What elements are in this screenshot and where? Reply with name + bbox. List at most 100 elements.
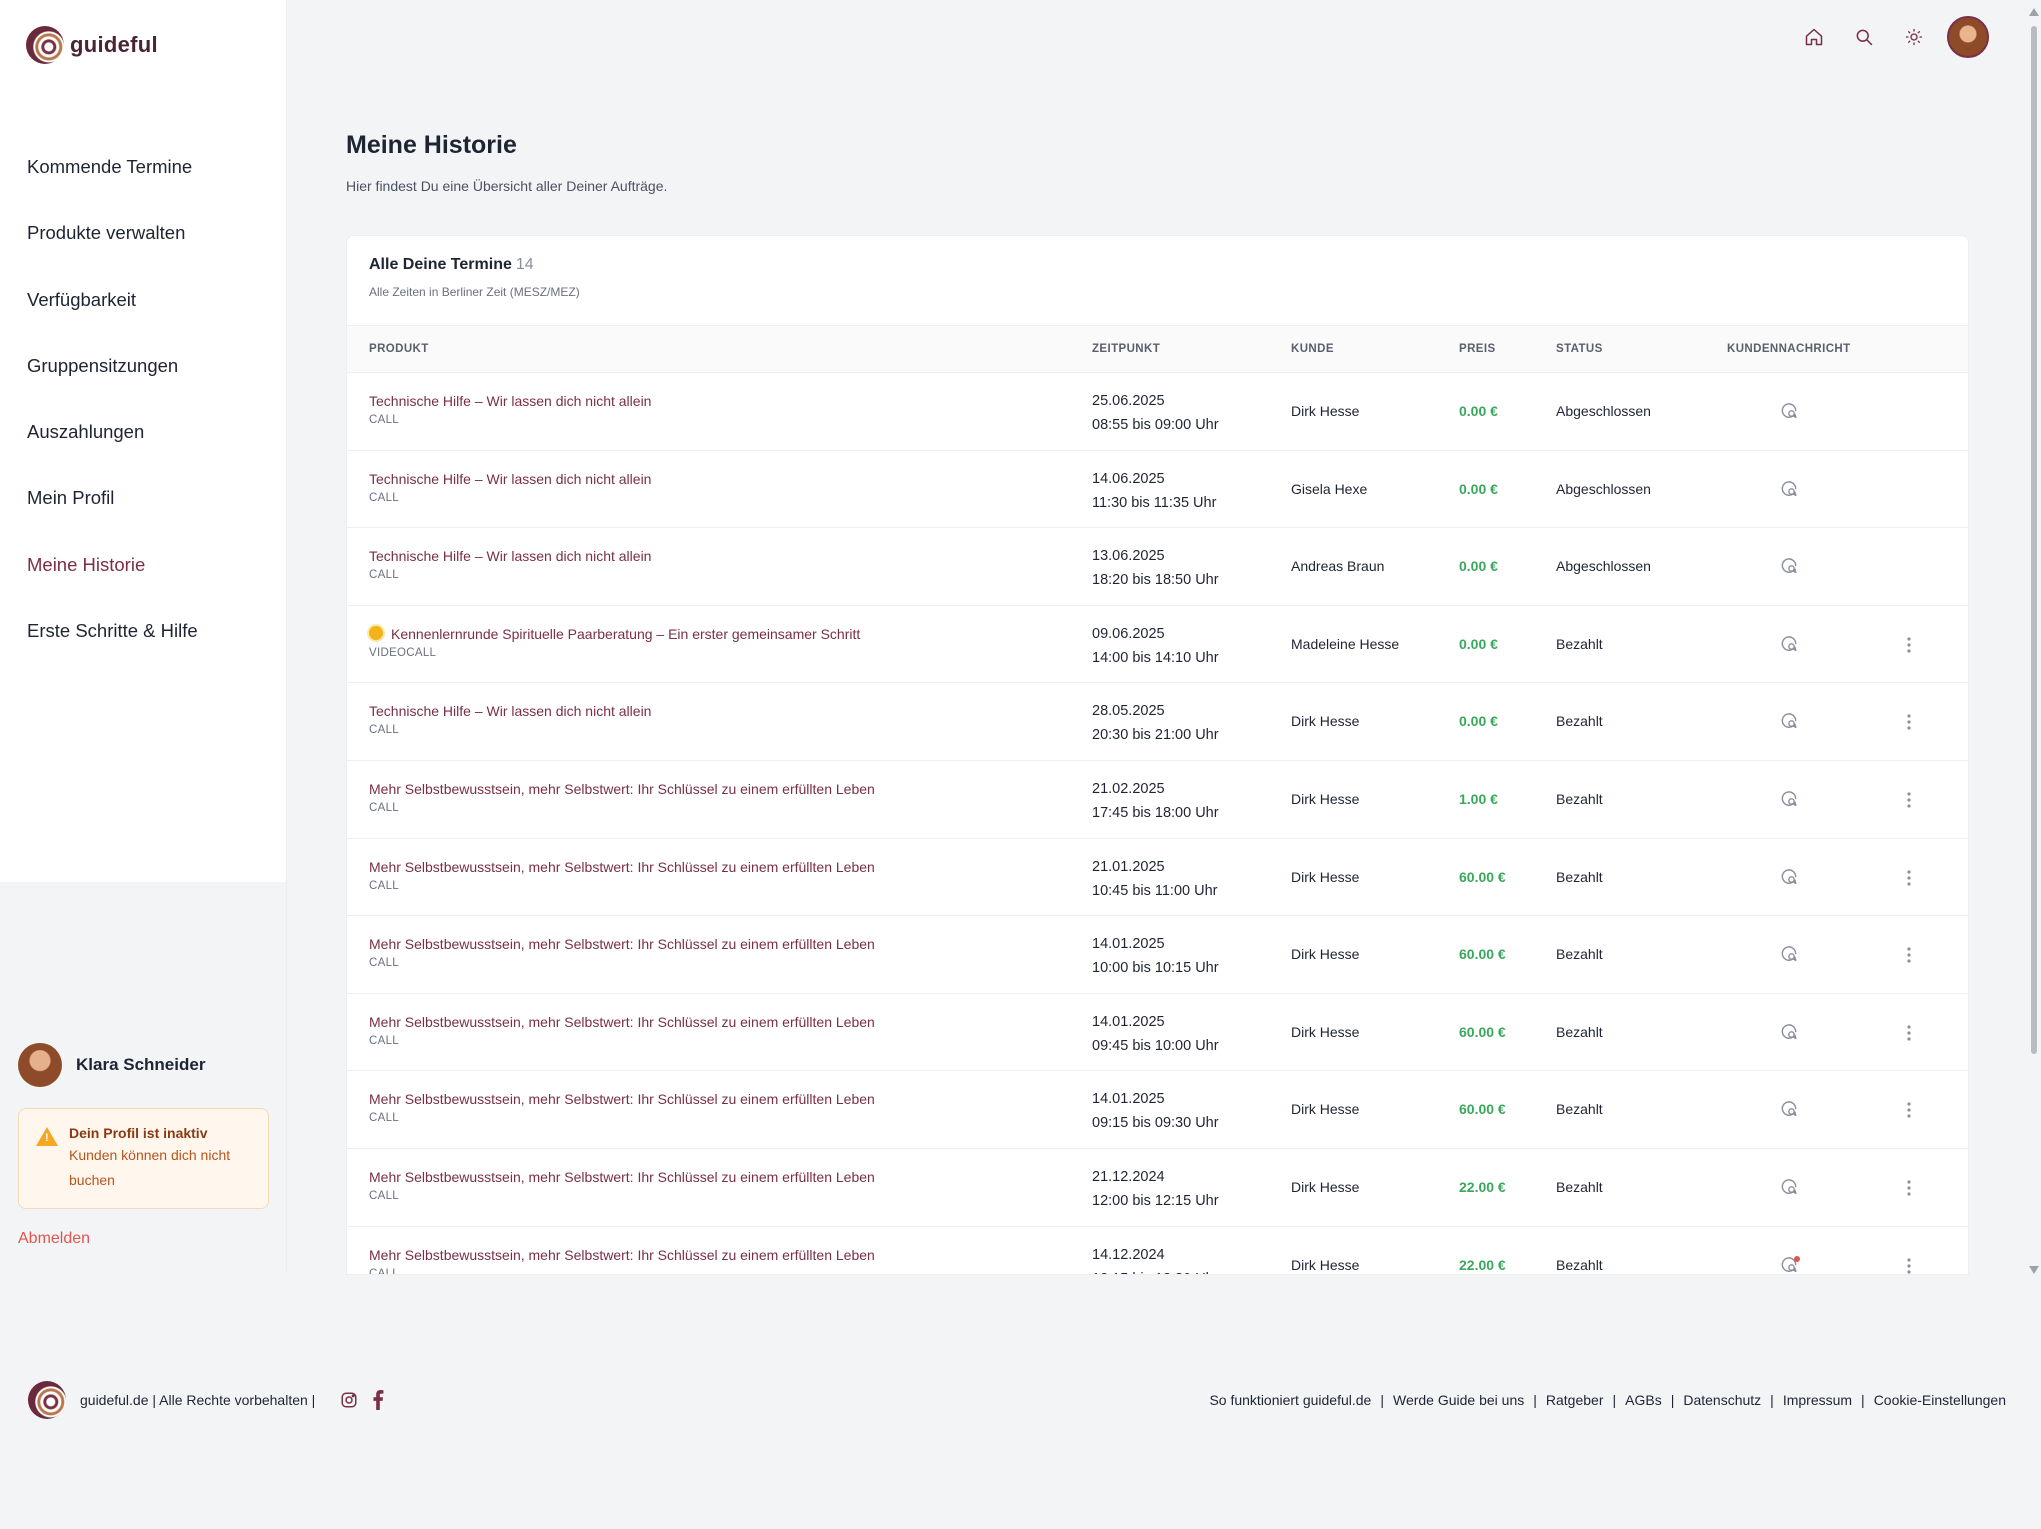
customer-message-icon[interactable] [1779,867,1801,889]
table-row[interactable]: Technische Hilfe – Wir lassen dich nicht… [347,373,1968,451]
product-link[interactable]: Technische Hilfe – Wir lassen dich nicht… [369,701,651,721]
more-options-icon[interactable] [1899,1020,1919,1046]
status-value: Bezahlt [1556,946,1603,963]
scroll-down-icon[interactable] [2029,1266,2039,1274]
more-options-icon[interactable] [1899,632,1919,658]
footer-social [340,1390,384,1415]
appointment-date: 13.06.2025 [1092,548,1165,565]
time-cell: 28.05.2025 20:30 bis 21:00 Uhr [1092,699,1219,747]
product-name: Mehr Selbstbewusstsein, mehr Selbstwert:… [369,1246,875,1263]
table-body: Technische Hilfe – Wir lassen dich nicht… [347,373,1968,1274]
table-row[interactable]: Technische Hilfe – Wir lassen dich nicht… [347,683,1968,761]
customer-message-icon[interactable] [1779,1177,1801,1199]
product-link[interactable]: Technische Hilfe – Wir lassen dich nicht… [369,391,651,411]
product-link[interactable]: Mehr Selbstbewusstsein, mehr Selbstwert:… [369,934,875,954]
appointments-count: 14 [515,256,534,273]
guideful-logo-icon [26,26,64,64]
warning-text: Kunden können dich nicht buchen [69,1147,231,1188]
time-cell: 21.02.2025 17:45 bis 18:00 Uhr [1092,777,1219,825]
footer-link[interactable]: Ratgeber [1546,1392,1604,1408]
brand-logo[interactable]: guideful [26,26,158,64]
appointment-date: 21.02.2025 [1092,780,1165,797]
sidebar-item-produkte-verwalten[interactable]: Produkte verwalten [27,218,198,284]
product-link[interactable]: Mehr Selbstbewusstsein, mehr Selbstwert:… [369,1012,875,1032]
more-options-icon[interactable] [1899,942,1919,968]
product-type: CALL [369,414,399,426]
customer-message-icon[interactable] [1779,944,1801,966]
more-options-icon[interactable] [1899,1097,1919,1123]
footer-link[interactable]: Datenschutz [1683,1392,1761,1408]
footer-link[interactable]: So funktioniert guideful.de [1209,1392,1371,1408]
appointment-date: 14.01.2025 [1092,936,1165,953]
product-link[interactable]: Kennenlernrunde Spirituelle Paarberatung… [369,624,860,644]
table-row[interactable]: Mehr Selbstbewusstsein, mehr Selbstwert:… [347,916,1968,994]
product-cell: Mehr Selbstbewusstsein, mehr Selbstwert:… [369,1089,875,1124]
table-row[interactable]: Mehr Selbstbewusstsein, mehr Selbstwert:… [347,761,1968,839]
table-row[interactable]: Mehr Selbstbewusstsein, mehr Selbstwert:… [347,839,1968,917]
search-icon[interactable] [1839,17,1889,57]
table-row[interactable]: Technische Hilfe – Wir lassen dich nicht… [347,451,1968,529]
logout-link[interactable]: Abmelden [18,1230,90,1248]
footer-link[interactable]: AGBs [1625,1392,1662,1408]
customer-message-icon[interactable] [1779,1255,1801,1274]
table-row[interactable]: Mehr Selbstbewusstsein, mehr Selbstwert:… [347,1071,1968,1149]
customer-message-icon[interactable] [1779,634,1801,656]
more-options-icon[interactable] [1899,1175,1919,1201]
customer-message-icon[interactable] [1779,479,1801,501]
footer-separator: | [1380,1392,1384,1408]
more-options-icon[interactable] [1899,787,1919,813]
product-link[interactable]: Mehr Selbstbewusstsein, mehr Selbstwert:… [369,779,875,799]
status-value: Bezahlt [1556,1101,1603,1118]
customer-message-icon[interactable] [1779,401,1801,423]
user-block[interactable]: Klara Schneider [18,1043,205,1087]
more-options-icon[interactable] [1899,1253,1919,1274]
customer-message-icon[interactable] [1779,556,1801,578]
table-row[interactable]: Mehr Selbstbewusstsein, mehr Selbstwert:… [347,1227,1968,1274]
home-icon[interactable] [1789,17,1839,57]
sidebar-item-mein-profil[interactable]: Mein Profil [27,483,198,549]
table-row[interactable]: Mehr Selbstbewusstsein, mehr Selbstwert:… [347,994,1968,1072]
footer-link[interactable]: Impressum [1783,1392,1852,1408]
product-link[interactable]: Mehr Selbstbewusstsein, mehr Selbstwert:… [369,1089,875,1109]
scroll-up-icon[interactable] [2029,8,2039,16]
price-value: 60.00 € [1459,946,1506,963]
user-avatar-menu[interactable] [1947,16,1989,58]
theme-toggle-icon[interactable] [1889,17,1939,57]
instagram-icon[interactable] [340,1391,358,1414]
product-name: Technische Hilfe – Wir lassen dich nicht… [369,548,652,565]
customer-message-icon[interactable] [1779,1022,1801,1044]
sidebar-item-gruppensitzungen[interactable]: Gruppensitzungen [27,351,198,417]
product-link[interactable]: Technische Hilfe – Wir lassen dich nicht… [369,469,651,489]
inactive-profile-warning: Dein Profil ist inaktiv Kunden können di… [18,1108,269,1209]
footer-link[interactable]: Cookie-Einstellungen [1874,1392,2006,1408]
time-cell: 21.01.2025 10:45 bis 11:00 Uhr [1092,855,1217,903]
customer-message-icon[interactable] [1779,711,1801,733]
customer-message-icon[interactable] [1779,789,1801,811]
table-row[interactable]: Technische Hilfe – Wir lassen dich nicht… [347,528,1968,606]
customer-message-icon[interactable] [1779,1099,1801,1121]
table-row[interactable]: Mehr Selbstbewusstsein, mehr Selbstwert:… [347,1149,1968,1227]
footer-link[interactable]: Werde Guide bei uns [1393,1392,1524,1408]
product-link[interactable]: Mehr Selbstbewusstsein, mehr Selbstwert:… [369,1245,875,1265]
more-options-icon[interactable] [1899,865,1919,891]
scroll-thumb[interactable] [2031,26,2037,1054]
product-type: CALL [369,1189,399,1202]
product-cell: Mehr Selbstbewusstsein, mehr Selbstwert:… [369,934,875,969]
sidebar-item-verfügbarkeit[interactable]: Verfügbarkeit [27,285,198,351]
more-options-icon[interactable] [1899,709,1919,735]
col-produkt: PRODUKT [369,343,429,355]
sidebar-item-auszahlungen[interactable]: Auszahlungen [27,417,198,483]
product-link[interactable]: Technische Hilfe – Wir lassen dich nicht… [369,546,651,566]
page-subtitle: Hier findest Du eine Übersicht aller Dei… [346,178,668,194]
sidebar-footer: Klara Schneider Dein Profil ist inaktiv … [0,882,287,1272]
sidebar-item-kommende-termine[interactable]: Kommende Termine [27,152,198,218]
footer-logo-icon[interactable] [28,1381,66,1419]
page-scrollbar[interactable] [2027,8,2041,1274]
product-link[interactable]: Mehr Selbstbewusstsein, mehr Selbstwert:… [369,1167,875,1187]
facebook-icon[interactable] [372,1390,384,1415]
appointment-date: 21.12.2024 [1092,1168,1165,1185]
sidebar-item-erste-schritte-hilfe[interactable]: Erste Schritte & Hilfe [27,616,198,682]
product-link[interactable]: Mehr Selbstbewusstsein, mehr Selbstwert:… [369,857,875,877]
table-row[interactable]: Kennenlernrunde Spirituelle Paarberatung… [347,606,1968,684]
sidebar-item-meine-historie[interactable]: Meine Historie [27,550,198,616]
